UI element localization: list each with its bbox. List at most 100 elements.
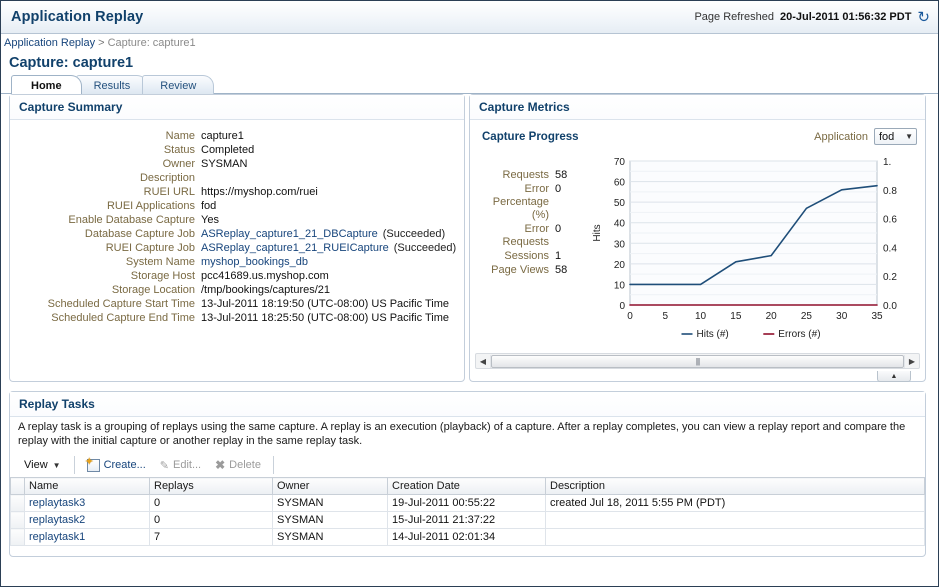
collapse-up-icon: ▲ — [890, 372, 898, 380]
global-header: Application Replay Page Refreshed 20-Jul… — [1, 1, 938, 34]
application-dropdown[interactable]: fod ▼ — [874, 128, 917, 145]
breadcrumb-separator: > — [98, 37, 105, 49]
svg-text:0: 0 — [619, 301, 625, 312]
svg-text:30: 30 — [836, 311, 848, 322]
replay-task-link[interactable]: replaytask1 — [29, 531, 85, 543]
summary-row-ruei-url: RUEI URL https://myshop.com/ruei — [10, 185, 464, 199]
row-selector[interactable] — [10, 528, 25, 546]
svg-text:40: 40 — [614, 219, 626, 230]
tab-results[interactable]: Results — [75, 75, 149, 94]
svg-text:0: 0 — [627, 311, 633, 322]
summary-row-description: Description — [10, 171, 464, 185]
database-capture-job-status: (Succeeded) — [382, 228, 446, 240]
metric-sessions: Sessions 1 — [476, 250, 588, 263]
capture-metrics-panel: Capture Metrics Capture Progress Applica… — [469, 94, 926, 382]
replay-task-link[interactable]: replaytask3 — [29, 497, 85, 509]
summary-row-system-name: System Name myshop_bookings_db — [10, 255, 464, 269]
chart-horizontal-scrollbar[interactable]: ◀ |||| ▶ — [475, 353, 920, 369]
summary-row-owner: Owner SYSMAN — [10, 157, 464, 171]
page-title: Capture: capture1 — [9, 55, 134, 71]
summary-key: RUEI Capture Job — [105, 242, 195, 254]
database-capture-job-link[interactable]: ASReplay_capture1_21_DBCapture — [201, 228, 378, 240]
table-row[interactable]: replaytask3 0 SYSMAN 19-Jul-2011 00:55:2… — [10, 494, 925, 512]
tab-home[interactable]: Home — [11, 75, 82, 94]
capture-progress-header: Capture Progress Application fod ▼ — [470, 120, 925, 145]
summary-value-container: ASReplay_capture1_21_RUEICapture (Succeed… — [201, 241, 464, 255]
tab-review[interactable]: Review — [142, 75, 215, 94]
summary-value: SYSMAN — [201, 158, 248, 170]
summary-value: pcc41689.us.myshop.com — [201, 270, 329, 282]
summary-key: Description — [139, 172, 195, 184]
scrollbar-grip-icon: |||| — [695, 356, 700, 366]
metric-key: Error Percentage (%) — [492, 183, 549, 221]
scrollbar-track[interactable]: |||| — [490, 354, 905, 368]
metric-key: Requests — [502, 169, 549, 181]
breadcrumb-link-application-replay[interactable]: Application Replay — [4, 37, 95, 49]
row-select-header — [10, 477, 25, 495]
refresh-icon[interactable]: ↻ — [917, 10, 930, 25]
summary-key: Database Capture Job — [84, 228, 195, 240]
table-row[interactable]: replaytask1 7 SYSMAN 14-Jul-2011 02:01:3… — [10, 528, 925, 546]
create-button[interactable]: Create... — [80, 455, 153, 474]
summary-value: 13-Jul-2011 18:19:50 (UTC-08:00) US Paci… — [201, 298, 450, 310]
column-header-replays[interactable]: Replays — [149, 477, 273, 495]
edit-button[interactable]: ✎ Edit... — [153, 457, 208, 474]
scrollbar-thumb[interactable]: |||| — [491, 354, 904, 368]
replay-tasks-title: Replay Tasks — [10, 392, 925, 417]
scroll-right-arrow-icon[interactable]: ▶ — [905, 357, 919, 366]
cell-replays: 0 — [149, 494, 273, 512]
scroll-left-arrow-icon[interactable]: ◀ — [476, 357, 490, 366]
toolbar-divider-end — [272, 456, 274, 474]
page-refreshed-timestamp: 20-Jul-2011 01:56:32 PDT — [779, 11, 912, 23]
svg-text:0.0: 0.0 — [883, 301, 897, 312]
capture-summary-table: Name capture1 Status Completed Owner SYS… — [10, 129, 464, 325]
summary-value: https://myshop.com/ruei — [201, 186, 318, 198]
capture-progress-svg: 0 10 20 30 40 50 60 70 Hits 0.0 0.2 0.4 0.6 0.8 1. 0 5 10… — [592, 157, 897, 340]
summary-value: Yes — [201, 214, 219, 226]
cell-name: replaytask2 — [24, 511, 150, 529]
cell-replays: 7 — [149, 528, 273, 546]
cell-owner: SYSMAN — [272, 511, 388, 529]
replay-tasks-panel: Replay Tasks A replay task is a grouping… — [9, 391, 926, 557]
column-header-name[interactable]: Name — [24, 477, 150, 495]
replay-tasks-table: Name Replays Owner Creation Date Descrip… — [10, 477, 925, 546]
cell-description — [545, 528, 925, 546]
panel-collapse-toggle[interactable]: ▲ — [877, 371, 911, 382]
capture-summary-panel: Capture Summary Name capture1 Status Com… — [9, 94, 465, 382]
application-label: Application — [814, 130, 868, 143]
ruei-capture-job-link[interactable]: ASReplay_capture1_21_RUEICapture — [201, 242, 389, 254]
svg-text:35: 35 — [871, 311, 883, 322]
metric-value: 0 — [555, 223, 562, 235]
svg-text:20: 20 — [614, 260, 626, 271]
capture-metrics-body: Capture Progress Application fod ▼ Reque… — [470, 120, 925, 382]
delete-button[interactable]: ✖ Delete — [208, 456, 268, 474]
system-name-link[interactable]: myshop_bookings_db — [201, 256, 308, 268]
summary-key: Storage Host — [130, 270, 195, 282]
row-selector[interactable] — [10, 511, 25, 529]
table-header-row: Name Replays Owner Creation Date Descrip… — [10, 477, 925, 495]
metric-value: 58 — [555, 169, 568, 181]
column-header-creation-date[interactable]: Creation Date — [387, 477, 546, 495]
column-header-owner[interactable]: Owner — [272, 477, 388, 495]
ruei-capture-job-status: (Succeeded) — [393, 242, 457, 254]
svg-text:70: 70 — [614, 157, 626, 168]
svg-text:Errors (#): Errors (#) — [778, 329, 820, 340]
summary-row-scheduled-end: Scheduled Capture End Time 13-Jul-2011 1… — [10, 311, 464, 325]
chevron-down-icon: ▼ — [905, 132, 913, 141]
cell-creation-date: 15-Jul-2011 21:37:22 — [387, 511, 546, 529]
capture-metrics-list: Requests 58 Error Percentage (%) 0 Error… — [476, 169, 588, 278]
summary-key: RUEI Applications — [106, 200, 195, 212]
metric-error-requests: Error Requests 0 — [476, 223, 588, 249]
svg-text:15: 15 — [730, 311, 742, 322]
row-selector[interactable] — [10, 494, 25, 512]
column-header-description[interactable]: Description — [545, 477, 925, 495]
app-title: Application Replay — [11, 9, 144, 25]
capture-progress-chart: 0 10 20 30 40 50 60 70 Hits 0.0 0.2 0.4 0.6 0.8 1. 0 5 10… — [590, 153, 925, 353]
metric-page-views: Page Views 58 — [476, 264, 588, 277]
view-menu-label: View — [24, 459, 48, 471]
replay-task-link[interactable]: replaytask2 — [29, 514, 85, 526]
table-row[interactable]: replaytask2 0 SYSMAN 15-Jul-2011 21:37:2… — [10, 511, 925, 529]
replay-tasks-description: A replay task is a grouping of replays u… — [18, 421, 906, 447]
view-menu-button[interactable]: View ▼ — [20, 457, 69, 473]
summary-key: Owner — [162, 158, 195, 170]
